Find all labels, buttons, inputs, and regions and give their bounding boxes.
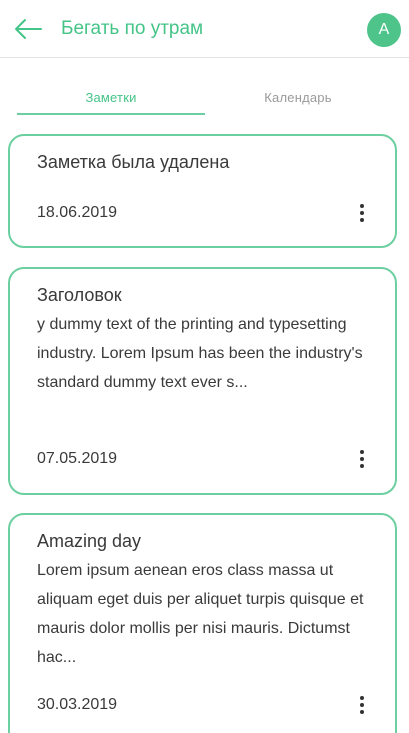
tab-notes[interactable]: Заметки — [17, 86, 205, 115]
page-title: Бегать по утрам — [61, 18, 204, 39]
back-button[interactable] — [12, 16, 44, 42]
more-vertical-icon — [360, 696, 364, 700]
arrow-left-icon — [15, 19, 42, 39]
note-menu-button[interactable] — [350, 200, 374, 226]
app-screen: Бегать по утрам A Заметки Календарь Заме… — [0, 0, 409, 733]
tab-bar: Заметки Календарь — [0, 86, 409, 116]
note-title: Amazing day — [37, 531, 142, 551]
note-card[interactable]: Заголовок y dummy text of the printing a… — [8, 267, 397, 495]
note-menu-button[interactable] — [350, 446, 374, 472]
note-date: 18.06.2019 — [37, 204, 118, 221]
note-date: 07.05.2019 — [37, 450, 118, 467]
note-title: Заголовок — [37, 285, 122, 305]
note-card[interactable]: Amazing day Lorem ipsum aenean eros clas… — [8, 513, 397, 733]
more-vertical-icon — [360, 450, 364, 454]
note-title: Заметка была удалена — [37, 152, 230, 172]
note-card[interactable]: Заметка была удалена 18.06.2019 — [8, 134, 397, 248]
tab-calendar[interactable]: Календарь — [205, 86, 391, 113]
more-vertical-icon — [360, 204, 364, 208]
note-date: 30.03.2019 — [37, 696, 118, 713]
avatar[interactable]: A — [367, 13, 401, 47]
note-menu-button[interactable] — [350, 692, 374, 718]
note-preview: Lorem ipsum aenean eros class massa ut a… — [37, 562, 364, 666]
note-preview: y dummy text of the printing and typeset… — [37, 316, 363, 391]
top-app-bar: Бегать по утрам A — [0, 0, 409, 58]
